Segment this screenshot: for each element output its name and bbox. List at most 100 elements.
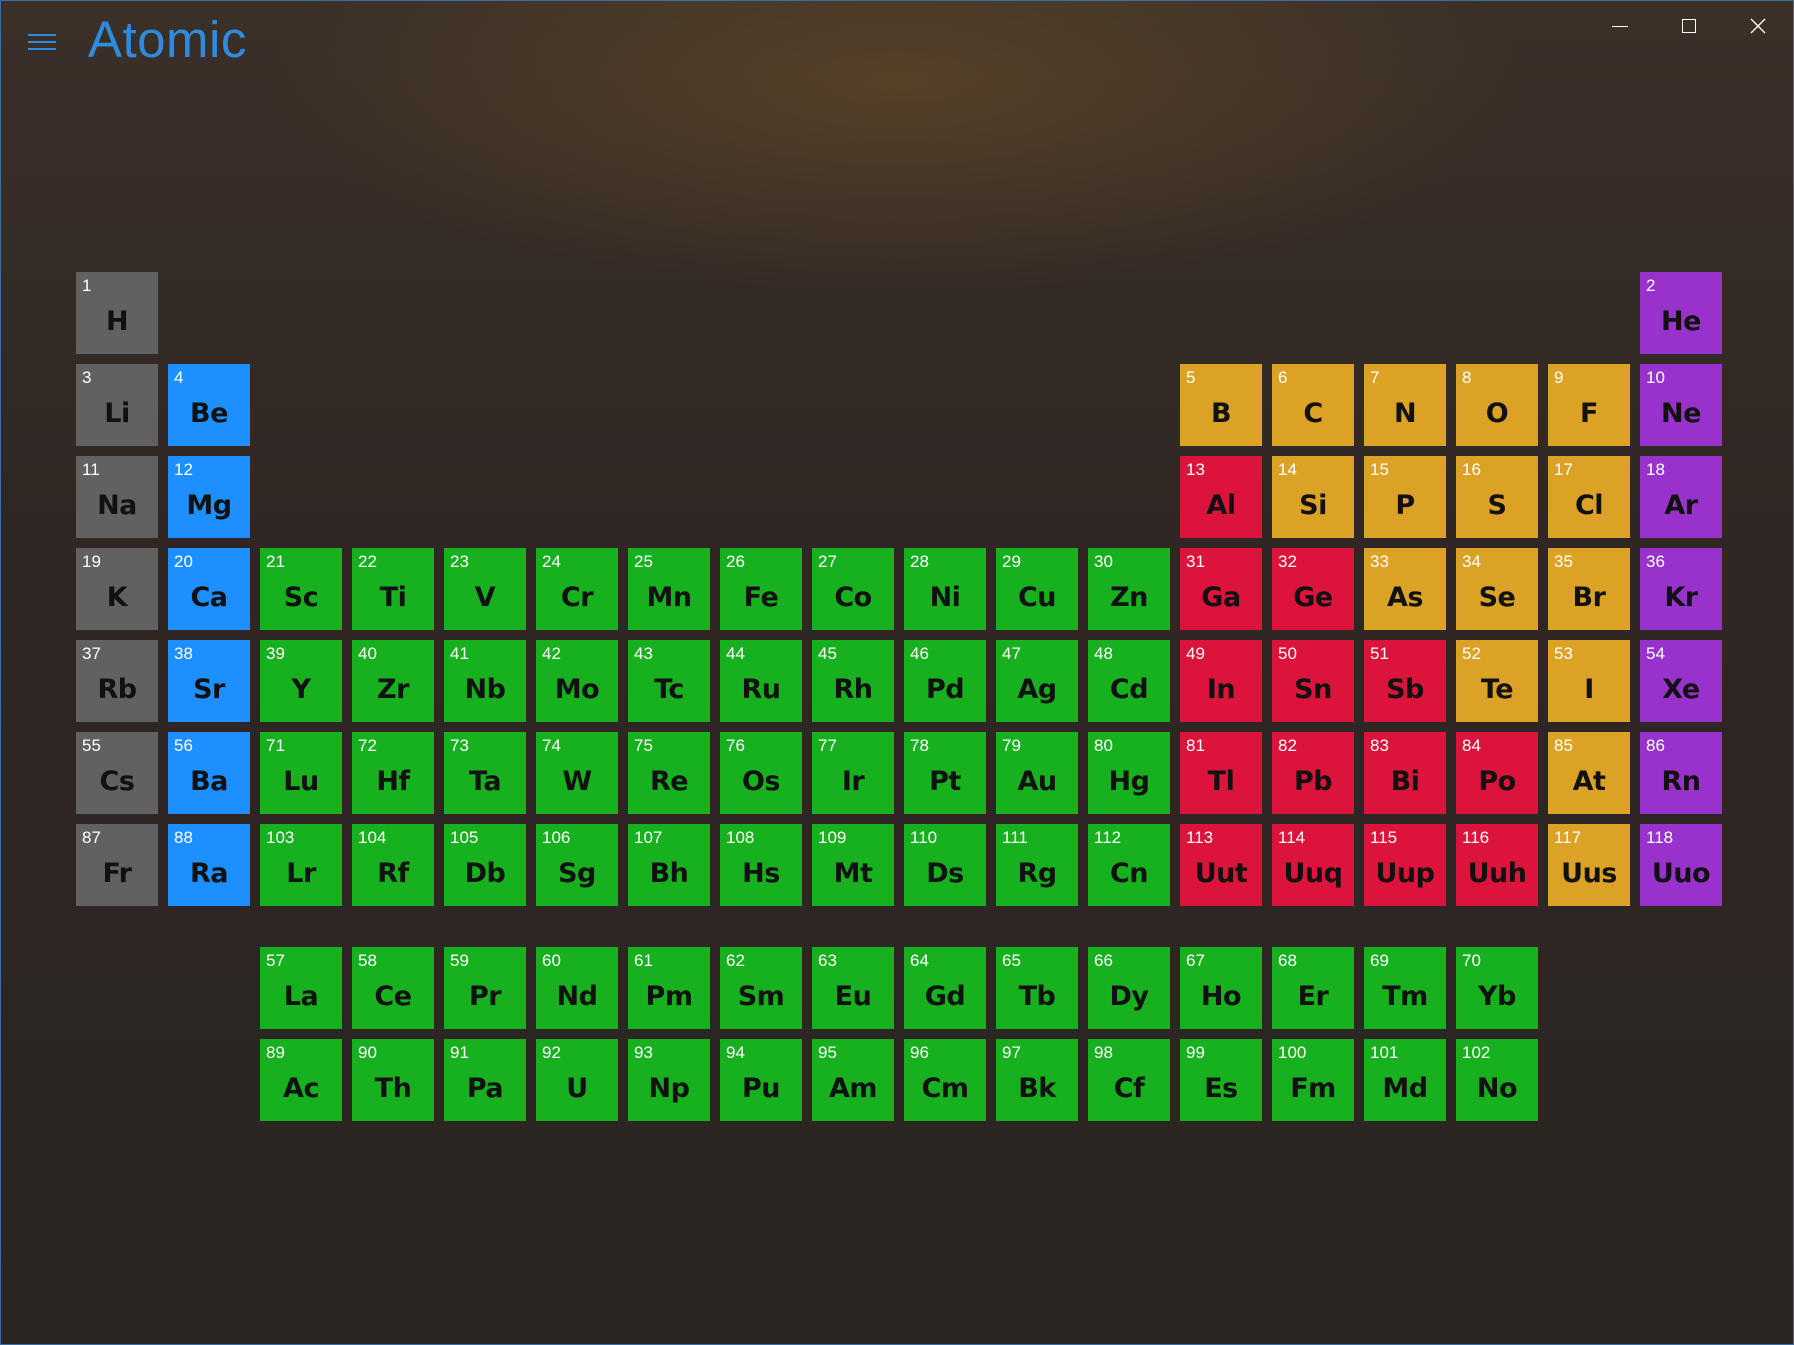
element-tile-zr[interactable]: 40 Zr xyxy=(352,640,434,722)
element-tile-li[interactable]: 3 Li xyxy=(76,364,158,446)
element-tile-tb[interactable]: 65 Tb xyxy=(996,947,1078,1029)
element-tile-ds[interactable]: 110 Ds xyxy=(904,824,986,906)
element-tile-co[interactable]: 27 Co xyxy=(812,548,894,630)
element-tile-cr[interactable]: 24 Cr xyxy=(536,548,618,630)
element-tile-be[interactable]: 4 Be xyxy=(168,364,250,446)
element-tile-mn[interactable]: 25 Mn xyxy=(628,548,710,630)
element-tile-at[interactable]: 85 At xyxy=(1548,732,1630,814)
element-tile-no[interactable]: 102 No xyxy=(1456,1039,1538,1121)
element-tile-rb[interactable]: 37 Rb xyxy=(76,640,158,722)
element-tile-ir[interactable]: 77 Ir xyxy=(812,732,894,814)
element-tile-hf[interactable]: 72 Hf xyxy=(352,732,434,814)
element-tile-v[interactable]: 23 V xyxy=(444,548,526,630)
element-tile-ga[interactable]: 31 Ga xyxy=(1180,548,1262,630)
element-tile-ti[interactable]: 22 Ti xyxy=(352,548,434,630)
element-tile-mg[interactable]: 12 Mg xyxy=(168,456,250,538)
element-tile-cn[interactable]: 112 Cn xyxy=(1088,824,1170,906)
element-tile-cf[interactable]: 98 Cf xyxy=(1088,1039,1170,1121)
element-tile-ru[interactable]: 44 Ru xyxy=(720,640,802,722)
element-tile-eu[interactable]: 63 Eu xyxy=(812,947,894,1029)
element-tile-na[interactable]: 11 Na xyxy=(76,456,158,538)
element-tile-fm[interactable]: 100 Fm xyxy=(1272,1039,1354,1121)
element-tile-ce[interactable]: 58 Ce xyxy=(352,947,434,1029)
element-tile-nb[interactable]: 41 Nb xyxy=(444,640,526,722)
element-tile-ge[interactable]: 32 Ge xyxy=(1272,548,1354,630)
element-tile-rn[interactable]: 86 Rn xyxy=(1640,732,1722,814)
element-tile-s[interactable]: 16 S xyxy=(1456,456,1538,538)
element-tile-cu[interactable]: 29 Cu xyxy=(996,548,1078,630)
element-tile-lu[interactable]: 71 Lu xyxy=(260,732,342,814)
element-tile-br[interactable]: 35 Br xyxy=(1548,548,1630,630)
element-tile-hs[interactable]: 108 Hs xyxy=(720,824,802,906)
element-tile-uup[interactable]: 115 Uup xyxy=(1364,824,1446,906)
element-tile-in[interactable]: 49 In xyxy=(1180,640,1262,722)
element-tile-u[interactable]: 92 U xyxy=(536,1039,618,1121)
element-tile-fe[interactable]: 26 Fe xyxy=(720,548,802,630)
element-tile-po[interactable]: 84 Po xyxy=(1456,732,1538,814)
element-tile-k[interactable]: 19 K xyxy=(76,548,158,630)
element-tile-mo[interactable]: 42 Mo xyxy=(536,640,618,722)
element-tile-la[interactable]: 57 La xyxy=(260,947,342,1029)
element-tile-db[interactable]: 105 Db xyxy=(444,824,526,906)
element-tile-yb[interactable]: 70 Yb xyxy=(1456,947,1538,1029)
element-tile-te[interactable]: 52 Te xyxy=(1456,640,1538,722)
element-tile-rf[interactable]: 104 Rf xyxy=(352,824,434,906)
element-tile-si[interactable]: 14 Si xyxy=(1272,456,1354,538)
element-tile-bh[interactable]: 107 Bh xyxy=(628,824,710,906)
element-tile-hg[interactable]: 80 Hg xyxy=(1088,732,1170,814)
element-tile-ba[interactable]: 56 Ba xyxy=(168,732,250,814)
element-tile-au[interactable]: 79 Au xyxy=(996,732,1078,814)
element-tile-am[interactable]: 95 Am xyxy=(812,1039,894,1121)
element-tile-re[interactable]: 75 Re xyxy=(628,732,710,814)
element-tile-sn[interactable]: 50 Sn xyxy=(1272,640,1354,722)
element-tile-pa[interactable]: 91 Pa xyxy=(444,1039,526,1121)
element-tile-uuo[interactable]: 118 Uuo xyxy=(1640,824,1722,906)
element-tile-fr[interactable]: 87 Fr xyxy=(76,824,158,906)
element-tile-pu[interactable]: 94 Pu xyxy=(720,1039,802,1121)
element-tile-md[interactable]: 101 Md xyxy=(1364,1039,1446,1121)
element-tile-as[interactable]: 33 As xyxy=(1364,548,1446,630)
element-tile-pb[interactable]: 82 Pb xyxy=(1272,732,1354,814)
element-tile-lr[interactable]: 103 Lr xyxy=(260,824,342,906)
element-tile-kr[interactable]: 36 Kr xyxy=(1640,548,1722,630)
element-tile-h[interactable]: 1H xyxy=(76,272,158,354)
element-tile-rh[interactable]: 45 Rh xyxy=(812,640,894,722)
element-tile-er[interactable]: 68 Er xyxy=(1272,947,1354,1029)
element-tile-tm[interactable]: 69 Tm xyxy=(1364,947,1446,1029)
element-tile-uus[interactable]: 117 Uus xyxy=(1548,824,1630,906)
element-tile-mt[interactable]: 109 Mt xyxy=(812,824,894,906)
element-tile-f[interactable]: 9F xyxy=(1548,364,1630,446)
element-tile-y[interactable]: 39 Y xyxy=(260,640,342,722)
element-tile-se[interactable]: 34 Se xyxy=(1456,548,1538,630)
element-tile-w[interactable]: 74 W xyxy=(536,732,618,814)
element-tile-ag[interactable]: 47 Ag xyxy=(996,640,1078,722)
element-tile-pm[interactable]: 61 Pm xyxy=(628,947,710,1029)
element-tile-bi[interactable]: 83 Bi xyxy=(1364,732,1446,814)
element-tile-os[interactable]: 76 Os xyxy=(720,732,802,814)
element-tile-es[interactable]: 99 Es xyxy=(1180,1039,1262,1121)
element-tile-pt[interactable]: 78 Pt xyxy=(904,732,986,814)
element-tile-th[interactable]: 90 Th xyxy=(352,1039,434,1121)
element-tile-ho[interactable]: 67 Ho xyxy=(1180,947,1262,1029)
element-tile-ca[interactable]: 20 Ca xyxy=(168,548,250,630)
element-tile-rg[interactable]: 111 Rg xyxy=(996,824,1078,906)
element-tile-tc[interactable]: 43 Tc xyxy=(628,640,710,722)
element-tile-ni[interactable]: 28 Ni xyxy=(904,548,986,630)
element-tile-sm[interactable]: 62 Sm xyxy=(720,947,802,1029)
element-tile-n[interactable]: 7N xyxy=(1364,364,1446,446)
element-tile-cm[interactable]: 96 Cm xyxy=(904,1039,986,1121)
element-tile-zn[interactable]: 30 Zn xyxy=(1088,548,1170,630)
element-tile-sr[interactable]: 38 Sr xyxy=(168,640,250,722)
element-tile-pr[interactable]: 59 Pr xyxy=(444,947,526,1029)
element-tile-gd[interactable]: 64 Gd xyxy=(904,947,986,1029)
element-tile-p[interactable]: 15 P xyxy=(1364,456,1446,538)
element-tile-ac[interactable]: 89 Ac xyxy=(260,1039,342,1121)
element-tile-tl[interactable]: 81 Tl xyxy=(1180,732,1262,814)
element-tile-o[interactable]: 8O xyxy=(1456,364,1538,446)
element-tile-pd[interactable]: 46 Pd xyxy=(904,640,986,722)
element-tile-ar[interactable]: 18 Ar xyxy=(1640,456,1722,538)
element-tile-nd[interactable]: 60 Nd xyxy=(536,947,618,1029)
element-tile-uuh[interactable]: 116 Uuh xyxy=(1456,824,1538,906)
element-tile-np[interactable]: 93 Np xyxy=(628,1039,710,1121)
element-tile-cd[interactable]: 48 Cd xyxy=(1088,640,1170,722)
